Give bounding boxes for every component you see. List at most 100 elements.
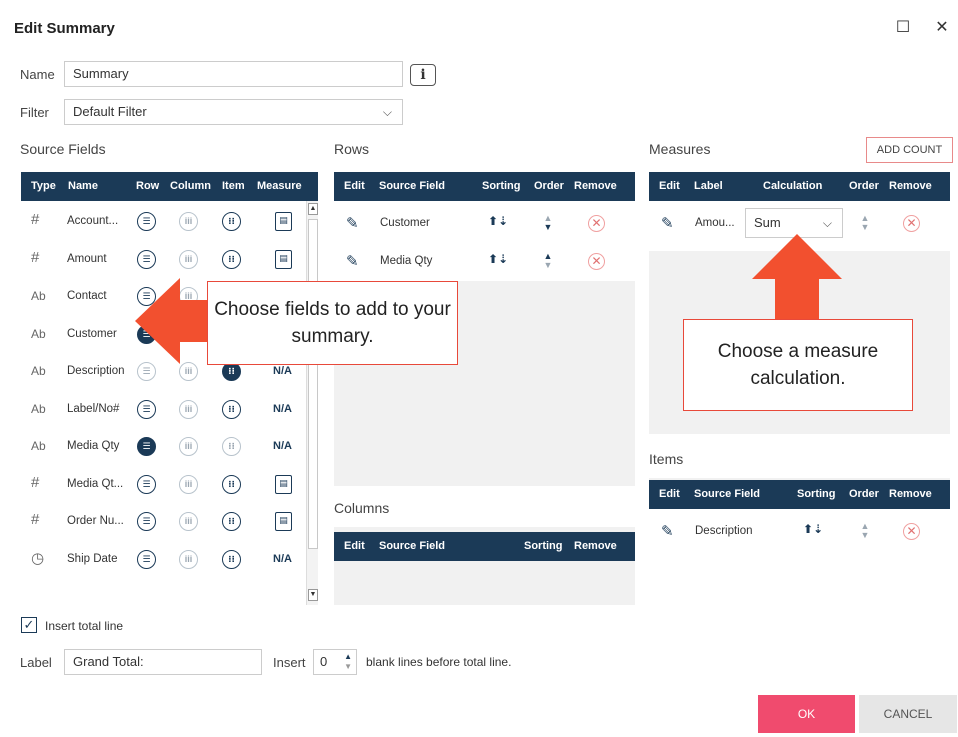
filter-label: Filter xyxy=(20,105,49,120)
col-edit: Edit xyxy=(659,180,680,192)
item-toggle-icon[interactable]: ⁝⁝ xyxy=(222,399,241,419)
calculator-icon[interactable]: ▤ xyxy=(275,212,292,231)
row-toggle-icon[interactable]: ☰ xyxy=(137,474,156,494)
text-type-icon: Ab xyxy=(31,289,46,303)
table-row: ◷ Ship Date ☰ iii ⁝⁝ N/A xyxy=(21,541,318,578)
row-toggle-icon[interactable]: ☰ xyxy=(137,549,156,569)
order-arrows-icon[interactable]: ▲ ▼ xyxy=(542,252,554,270)
row-toggle-icon[interactable]: ☰ xyxy=(137,437,156,456)
cancel-button[interactable]: CANCEL xyxy=(859,695,957,733)
blank-lines-stepper[interactable]: 0 ▲ ▼ xyxy=(313,649,357,675)
column-toggle-icon[interactable]: iii xyxy=(179,549,198,569)
field-name: Order Nu... xyxy=(67,515,124,527)
scroll-down-icon[interactable]: ▼ xyxy=(308,589,318,601)
insert-label: Insert xyxy=(273,655,306,670)
field-name: Label/No# xyxy=(67,402,120,415)
remove-icon[interactable]: ✕ xyxy=(903,215,920,232)
total-label-input[interactable]: Grand Total: xyxy=(64,649,262,675)
insert-total-label: Insert total line xyxy=(45,619,124,633)
field-name: Ship Date xyxy=(67,552,118,565)
measure-na-label: N/A xyxy=(273,402,292,415)
remove-icon[interactable]: ✕ xyxy=(903,523,920,540)
row-toggle-icon[interactable]: ☰ xyxy=(137,362,156,381)
ok-button[interactable]: OK xyxy=(758,695,855,733)
col-remove: Remove xyxy=(574,540,617,552)
info-icon[interactable]: i xyxy=(410,64,436,86)
up-arrow-icon xyxy=(752,234,842,321)
remove-icon[interactable]: ✕ xyxy=(588,215,605,232)
table-row: Ab Label/No# ☰ iii ⁝⁝ N/A xyxy=(21,391,318,428)
measures-title: Measures xyxy=(649,141,711,157)
col-item: Item xyxy=(222,180,245,192)
row-field-label: Media Qty xyxy=(380,255,433,267)
filter-select[interactable]: Default Filter ⌵ xyxy=(64,99,403,125)
pencil-icon[interactable]: ✎ xyxy=(346,214,359,232)
col-order: Order xyxy=(849,488,879,500)
sort-icon[interactable]: ⬆⇣ xyxy=(488,214,508,228)
col-name: Name xyxy=(68,180,98,192)
close-icon[interactable]: ✕ xyxy=(932,17,952,37)
column-toggle-icon[interactable]: iii xyxy=(179,362,198,381)
field-name: Customer xyxy=(67,327,117,340)
row-toggle-icon[interactable]: ☰ xyxy=(137,212,156,231)
sort-icon[interactable]: ⬆⇣ xyxy=(488,252,508,266)
insert-total-checkbox[interactable]: ✓ xyxy=(21,617,37,633)
measure-na-label: N/A xyxy=(273,552,292,565)
col-sorting: Sorting xyxy=(797,488,836,500)
calculation-value: Sum xyxy=(754,215,781,230)
column-toggle-icon[interactable]: iii xyxy=(179,437,198,456)
col-row: Row xyxy=(136,180,160,192)
item-toggle-icon[interactable]: ⁝⁝ xyxy=(222,212,241,231)
scroll-thumb[interactable] xyxy=(308,219,318,549)
text-type-icon: Ab xyxy=(31,401,46,416)
pencil-icon[interactable]: ✎ xyxy=(661,214,674,232)
item-toggle-icon[interactable]: ⁝⁝ xyxy=(222,549,241,569)
number-type-icon: # xyxy=(31,473,40,491)
field-name: Amount xyxy=(67,252,107,265)
col-column: Column xyxy=(170,180,211,192)
item-toggle-icon[interactable]: ⁝⁝ xyxy=(222,474,241,494)
field-name: Description xyxy=(67,365,125,377)
column-toggle-icon[interactable]: iii xyxy=(179,399,198,419)
row-toggle-icon[interactable]: ☰ xyxy=(137,512,156,531)
order-arrows-icon[interactable]: ▲ ▼ xyxy=(542,214,554,232)
col-calculation: Calculation xyxy=(763,180,823,192)
calculator-icon[interactable]: ▤ xyxy=(275,249,292,269)
row-toggle-icon[interactable]: ☰ xyxy=(137,249,156,269)
maximize-icon[interactable]: ☐ xyxy=(893,17,913,37)
measure-na-label: N/A xyxy=(273,440,292,452)
items-list: ✎ Description ⬆⇣ ▲ ▼ ✕ xyxy=(649,509,950,605)
order-arrows-icon[interactable]: ▲ ▼ xyxy=(859,522,871,540)
field-name: Contact xyxy=(67,290,107,302)
remove-icon[interactable]: ✕ xyxy=(588,253,605,270)
name-input[interactable]: Summary xyxy=(64,61,403,87)
calculator-icon[interactable]: ▤ xyxy=(275,474,292,494)
scroll-up-icon[interactable]: ▲ xyxy=(308,203,318,215)
pencil-icon[interactable]: ✎ xyxy=(346,252,359,270)
row-toggle-icon[interactable]: ☰ xyxy=(137,399,156,419)
blank-lines-value: 0 xyxy=(320,654,328,669)
item-field-label: Description xyxy=(695,525,753,537)
chevron-down-icon: ⌵ xyxy=(382,105,392,119)
items-header: Edit Source Field Sorting Order Remove xyxy=(649,480,950,509)
item-toggle-icon[interactable]: ⁝⁝ xyxy=(222,437,241,456)
column-toggle-icon[interactable]: iii xyxy=(179,474,198,494)
stepper-arrows-icon[interactable]: ▲ ▼ xyxy=(344,652,352,672)
column-toggle-icon[interactable]: iii xyxy=(179,512,198,531)
chevron-down-icon: ⌵ xyxy=(822,216,832,230)
column-toggle-icon[interactable]: iii xyxy=(179,249,198,269)
col-sorting: Sorting xyxy=(524,540,563,552)
rows-title: Rows xyxy=(334,141,370,157)
table-row: # Media Qt... ☰ iii ⁝⁝ ▤ xyxy=(21,466,318,503)
order-arrows-icon[interactable]: ▲ ▼ xyxy=(859,214,871,232)
calculator-icon[interactable]: ▤ xyxy=(275,512,292,531)
item-toggle-icon[interactable]: ⁝⁝ xyxy=(222,512,241,531)
col-remove: Remove xyxy=(889,180,932,192)
pencil-icon[interactable]: ✎ xyxy=(661,522,674,540)
table-row: Ab Media Qty ☰ iii ⁝⁝ N/A xyxy=(21,428,318,465)
item-toggle-icon[interactable]: ⁝⁝ xyxy=(222,249,241,269)
sort-icon[interactable]: ⬆⇣ xyxy=(803,522,823,536)
scrollbar[interactable]: ▲ ▼ xyxy=(306,201,318,605)
add-count-button[interactable]: ADD COUNT xyxy=(866,137,953,163)
column-toggle-icon[interactable]: iii xyxy=(179,212,198,231)
